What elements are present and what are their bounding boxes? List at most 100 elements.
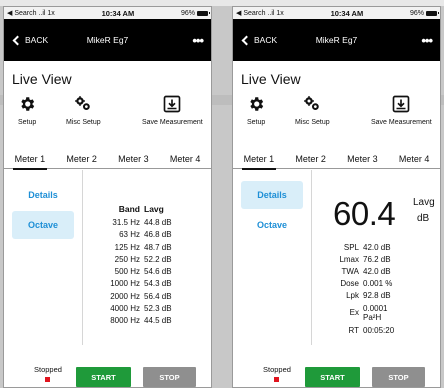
metric-row: Lmax 76.2 dB (321, 253, 439, 265)
recording-status: Stopped (34, 365, 62, 382)
nav-title: MikeR Eg7 (86, 35, 129, 45)
table-row: 2000 Hz 56.4 dB (92, 290, 202, 302)
status-battery: 96% (409, 9, 439, 17)
nav-title: MikeR Eg7 (315, 35, 358, 45)
stopped-indicator-icon (45, 377, 51, 382)
setup-label: Setup (247, 119, 266, 126)
tab-meter-2[interactable]: Meter 2 (295, 153, 326, 168)
tab-meter-1[interactable]: Meter 1 (241, 153, 276, 170)
misc-setup-button[interactable]: Misc Setup (295, 95, 330, 126)
octave-header-value: Lavg (144, 204, 164, 215)
content-divider (82, 170, 83, 345)
phone-octave-view: ◀ Search ..il 1x 10:34 AM 96% BACK MikeR… (3, 6, 212, 388)
metric-name: Lmax (339, 254, 359, 264)
tab-meter-2[interactable]: Meter 2 (66, 153, 97, 168)
gear-icon (250, 97, 264, 111)
status-carrier: ◀ Search ..il 1x (7, 10, 55, 17)
side-item-octave[interactable]: Octave (241, 211, 303, 239)
misc-setup-button[interactable]: Misc Setup (66, 95, 101, 126)
page-title: Live View (241, 71, 301, 87)
metric-row: Ex 0.0001 Pa²H (321, 302, 439, 324)
misc-setup-label: Misc Setup (295, 119, 330, 126)
stop-button[interactable]: STOP (372, 367, 425, 387)
setup-button[interactable]: Setup (247, 95, 265, 126)
back-label: BACK (254, 35, 278, 45)
value-cell: 46.8 dB (144, 230, 172, 240)
metric-name: Lpk (346, 291, 359, 301)
value-cell: 48.7 dB (144, 242, 172, 252)
start-button[interactable]: START (305, 367, 360, 387)
toolbar: Setup Misc Setup Save Measurement (233, 95, 440, 139)
side-item-details[interactable]: Details (241, 181, 303, 209)
tab-meter-1[interactable]: Meter 1 (12, 153, 47, 170)
save-download-icon (164, 95, 181, 113)
meter-tabs: Meter 1 Meter 2 Meter 3 Meter 4 (233, 153, 440, 170)
metric-value: 42.0 dB (363, 242, 391, 252)
table-row: 250 Hz 52.2 dB (92, 253, 202, 265)
back-label: BACK (25, 35, 49, 45)
back-button[interactable]: BACK (241, 35, 301, 45)
battery-percent: 96% (409, 9, 424, 17)
metric-value-line2: Pa²H (363, 312, 382, 322)
octave-header-band: Band (118, 204, 140, 215)
value-cell: 44.8 dB (144, 217, 172, 227)
metric-value: 0.001 % (363, 279, 393, 289)
tab-meter-4[interactable]: Meter 4 (399, 153, 430, 168)
band-cell: 4000 Hz (110, 304, 140, 314)
metric-value: 42.0 dB (363, 266, 391, 276)
setup-button[interactable]: Setup (18, 95, 36, 126)
band-cell: 1000 Hz (110, 279, 140, 289)
value-cell: 56.4 dB (144, 291, 172, 301)
side-nav: Details Octave (233, 169, 311, 349)
table-row: 8000 Hz 44.5 dB (92, 315, 202, 327)
metric-row: Lpk 92.8 dB (321, 290, 439, 302)
side-item-details[interactable]: Details (12, 181, 74, 209)
more-menu-button[interactable]: ••• (143, 33, 204, 48)
side-nav: Details Octave (4, 169, 82, 349)
tab-meter-3[interactable]: Meter 3 (347, 153, 378, 168)
gear-icon (21, 97, 35, 111)
tab-meter-4[interactable]: Meter 4 (170, 153, 201, 168)
metric-row: TWA 42.0 dB (321, 265, 439, 277)
value-cell: 54.6 dB (144, 267, 172, 277)
status-carrier: ◀ Search ..il 1x (236, 10, 284, 17)
band-cell: 2000 Hz (110, 291, 140, 301)
table-row: 500 Hz 54.6 dB (92, 265, 202, 277)
metric-row: RT 00:05:20 (321, 324, 439, 336)
table-row: 4000 Hz 52.3 dB (92, 302, 202, 314)
status-bar: ◀ Search ..il 1x 10:34 AM 96% (233, 7, 440, 19)
toolbar: Setup Misc Setup Save Measurement (4, 95, 211, 139)
more-menu-button[interactable]: ••• (372, 33, 433, 48)
start-button[interactable]: START (76, 367, 131, 387)
value-cell: 54.3 dB (144, 279, 172, 289)
battery-percent: 96% (180, 9, 195, 17)
table-row: 63 Hz 46.8 dB (92, 229, 202, 241)
save-measurement-button[interactable]: Save Measurement (371, 95, 432, 126)
save-download-icon (393, 95, 410, 113)
octave-table: Band Lavg 31.5 Hz 44.8 dB 63 Hz 46.8 dB 12… (92, 203, 202, 327)
back-button[interactable]: BACK (12, 35, 72, 45)
table-row: 1000 Hz 54.3 dB (92, 278, 202, 290)
tab-meter-3[interactable]: Meter 3 (118, 153, 149, 168)
metric-value-line1: 0.0001 (363, 303, 388, 313)
save-measurement-label: Save Measurement (142, 119, 203, 126)
gears-icon (304, 96, 320, 110)
metric-value: 0.0001 Pa²H (363, 304, 439, 322)
status-time: 10:34 AM (330, 8, 364, 18)
misc-setup-label: Misc Setup (66, 119, 101, 126)
save-measurement-button[interactable]: Save Measurement (142, 95, 203, 126)
status-label: Stopped (34, 365, 62, 374)
table-row: 125 Hz 48.7 dB (92, 241, 202, 253)
gears-icon (75, 96, 91, 110)
battery-icon (426, 10, 439, 16)
stop-button[interactable]: STOP (143, 367, 196, 387)
table-row: 31.5 Hz 44.8 dB (92, 216, 202, 228)
metric-name: TWA (341, 266, 359, 276)
metric-name: RT (348, 325, 359, 335)
metrics-list: SPL 42.0 dB Lmax 76.2 dB TWA 42.0 dB Dose 0.… (321, 241, 439, 336)
setup-label: Setup (18, 119, 37, 126)
save-measurement-label: Save Measurement (371, 119, 432, 126)
phone-details-view: ◀ Search ..il 1x 10:34 AM 96% BACK MikeR… (232, 6, 441, 388)
band-cell: 125 Hz (114, 242, 140, 252)
side-item-octave[interactable]: Octave (12, 211, 74, 239)
